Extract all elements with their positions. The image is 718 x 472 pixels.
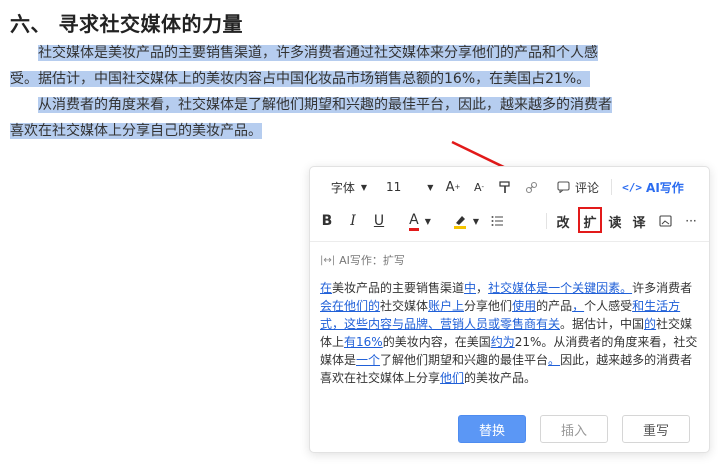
decrease-font-button[interactable]: A- [470,175,488,199]
modified-text-segment: 社交媒体是一个关键因素。 [488,281,633,295]
font-color-icon: A [409,212,419,231]
modified-text-segment: 会在他们的 [320,299,381,313]
toolbar-row-2: B I U A ▼ ▼ 改 扩 读 译 ··· [310,205,709,237]
toolbar-divider [611,179,612,195]
panel-divider [310,241,709,242]
ai-expanded-text: 在美妆产品的主要销售渠道中，社交媒体是一个关键因素。许多消费者会在他们的社交媒体… [320,279,700,387]
replace-button[interactable]: 替换 [458,415,526,443]
rewrite-button[interactable]: 重写 [622,415,690,443]
text-segment: ， [476,281,489,295]
bold-button[interactable]: B [318,209,336,233]
text-segment: 的美妆内容，在美国 [382,335,491,349]
floating-format-panel: 字体 ▼ 11 ▼ A + A- 评论 </> AI写作 B I U A ▼ ▼… [309,166,710,453]
underline-button[interactable]: U [370,209,388,233]
text-segment: 的产品 [536,299,573,313]
modified-text-segment: ， [572,299,585,313]
insert-button[interactable]: 插入 [540,415,608,443]
more-button[interactable]: ··· [682,209,700,233]
image-icon [658,215,672,227]
paragraph-2[interactable]: 从消费者的角度来看，社交媒体是了解他们期望和兴趣的最佳平台，因此，越来越多的消费… [10,92,620,144]
modified-text-segment: 约为 [490,335,515,349]
ai-result-label-text: AI写作：扩写 [339,254,405,267]
chevron-down-icon: ▼ [427,182,434,192]
expand-highlight-box [578,207,602,233]
toolbar-row-1: 字体 ▼ 11 ▼ A + A- 评论 </> AI写作 [310,171,709,203]
decrease-font-icon: A [473,180,482,194]
section-heading: 六、 寻求社交媒体的力量 [10,12,243,36]
text-segment: 。据估计，中国 [560,317,645,331]
text-segment: 许多消费者 [632,281,693,295]
increase-font-icon: A [445,179,455,195]
text-segment: 分享他们 [464,299,513,313]
read-button[interactable]: 读 [606,209,624,233]
format-painter-icon [499,180,510,193]
link-button[interactable] [522,175,540,199]
list-icon [491,216,503,226]
format-painter-button[interactable] [496,175,514,199]
text-segment: 的美妆产品。 [464,371,537,385]
chevron-down-icon: ▼ [360,182,368,192]
modified-text-segment: 他们 [440,371,465,385]
toolbar-divider [546,213,547,229]
font-family-value: 字体 [330,180,355,195]
modified-text-segment: 。 [548,353,561,367]
text-segment: 社交媒体 [380,299,429,313]
highlighter-icon [453,215,466,229]
modified-text-segment: 一个 [356,353,381,367]
modified-text-segment: 的 [644,317,657,331]
text-segment: 个人感受 [584,299,633,313]
comment-label: 评论 [574,180,599,195]
modified-text-segment: 中 [464,281,477,295]
comment-icon [557,181,570,193]
comment-button[interactable]: 评论 [550,175,606,199]
ellipsis-icon: ··· [685,214,697,228]
translate-button[interactable]: 译 [630,209,648,233]
modified-text-segment: 使用 [512,299,537,313]
font-color-button[interactable]: A ▼ [402,209,438,233]
text-segment: 了解他们期望和兴趣的最佳平台 [380,353,549,367]
expand-arrows-icon: |↔| [320,254,336,266]
ai-result-label: |↔| AI写作：扩写 [320,252,405,268]
text-segment: 美妆产品的主要销售渠道 [332,281,465,295]
modified-text-segment: 账户上 [428,299,465,313]
paragraph-1[interactable]: 社交媒体是美妆产品的主要销售渠道，许多消费者通过社交媒体来分享他们的产品和个人感… [10,40,620,92]
modified-text-segment: 有16% [344,335,383,349]
image-button[interactable] [656,209,674,233]
selected-text-1[interactable]: 社交媒体是美妆产品的主要销售渠道，许多消费者通过社交媒体来分享他们的产品和个人感… [10,45,598,87]
selected-text-2[interactable]: 从消费者的角度来看，社交媒体是了解他们期望和兴趣的最佳平台，因此，越来越多的消费… [10,97,612,139]
document-body[interactable]: 社交媒体是美妆产品的主要销售渠道，许多消费者通过社交媒体来分享他们的产品和个人感… [10,40,620,144]
chevron-down-icon: ▼ [424,216,431,226]
revise-button[interactable]: 改 [554,209,572,233]
italic-button[interactable]: I [344,209,362,233]
ai-write-label: AI写作 [646,180,684,195]
highlight-button[interactable]: ▼ [448,209,484,233]
chevron-down-icon: ▼ [472,216,480,226]
increase-font-button[interactable]: A + [444,175,462,199]
list-button[interactable] [488,209,506,233]
link-icon [525,181,537,193]
font-size-value: 11 [386,180,402,194]
font-family-select[interactable]: 字体 ▼ [320,175,378,199]
font-size-select[interactable]: 11 ▼ [384,175,440,199]
code-icon: </> [622,180,643,194]
ai-write-button[interactable]: </> AI写作 [620,175,686,199]
modified-text-segment: 在 [320,281,333,295]
